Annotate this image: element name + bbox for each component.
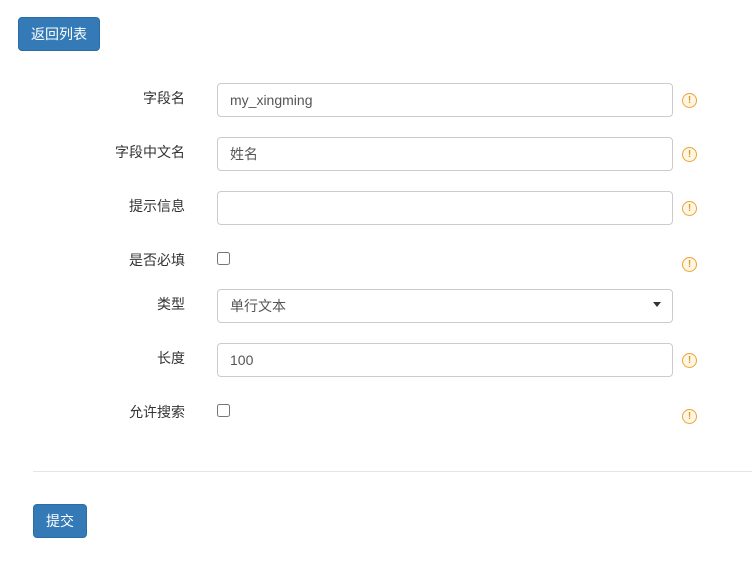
form-row-type: 类型 单行文本 <box>33 289 752 323</box>
field-cn-name-control <box>217 137 673 171</box>
form-row-required: 是否必填 <box>33 245 752 269</box>
length-control <box>217 343 673 377</box>
submit-button[interactable]: 提交 <box>33 504 87 538</box>
warning-icon <box>682 257 697 272</box>
searchable-label: 允许搜索 <box>33 397 185 421</box>
warning-icon <box>682 147 697 162</box>
warning-icon <box>682 93 697 108</box>
form-row-field-name: 字段名 <box>33 83 752 117</box>
field-name-control <box>217 83 673 117</box>
form-row-field-cn-name: 字段中文名 <box>33 137 752 171</box>
field-cn-name-input[interactable] <box>217 137 673 171</box>
type-label: 类型 <box>33 289 185 323</box>
type-select[interactable]: 单行文本 <box>217 289 673 323</box>
length-input[interactable] <box>217 343 673 377</box>
hint-label: 提示信息 <box>33 191 185 225</box>
required-control <box>217 245 673 269</box>
form-row-searchable: 允许搜索 <box>33 397 752 421</box>
field-cn-name-label: 字段中文名 <box>33 137 185 171</box>
field-name-label: 字段名 <box>33 83 185 117</box>
required-label: 是否必填 <box>33 245 185 269</box>
field-edit-form: 字段名 字段中文名 提示信息 是否必填 类型 单行文本 <box>0 83 752 421</box>
searchable-checkbox[interactable] <box>217 404 230 417</box>
warning-icon <box>682 353 697 368</box>
hint-input[interactable] <box>217 191 673 225</box>
hint-control <box>217 191 673 225</box>
length-label: 长度 <box>33 343 185 377</box>
searchable-control <box>217 397 673 421</box>
type-control: 单行文本 <box>217 289 673 323</box>
divider <box>33 471 752 472</box>
required-checkbox[interactable] <box>217 252 230 265</box>
warning-icon <box>682 409 697 424</box>
field-name-input[interactable] <box>217 83 673 117</box>
back-to-list-button[interactable]: 返回列表 <box>18 17 100 51</box>
warning-icon <box>682 201 697 216</box>
form-row-length: 长度 <box>33 343 752 377</box>
form-row-hint: 提示信息 <box>33 191 752 225</box>
